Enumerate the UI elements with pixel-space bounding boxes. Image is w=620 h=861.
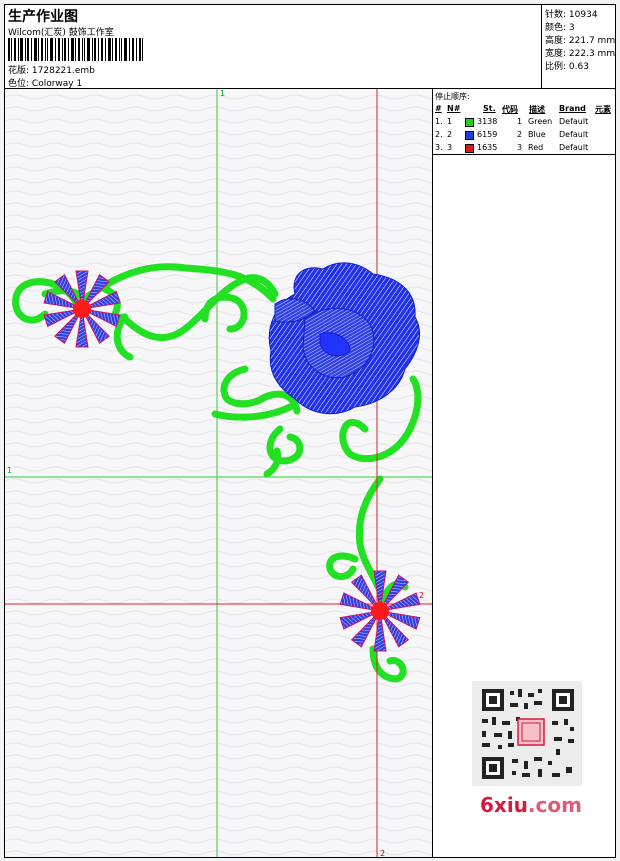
page-title: 生产作业图 bbox=[8, 9, 78, 25]
design-canvas[interactable]: 1 1 2 2 bbox=[5, 89, 433, 858]
watermark-text-domain: .com bbox=[527, 793, 582, 817]
row-desc: Red bbox=[528, 143, 544, 152]
guide-label-red-bottom: 2 bbox=[380, 849, 386, 858]
stat-scale: 比例: 0.63 bbox=[545, 59, 589, 72]
stop-row[interactable]: 1. 1 3138 1 Green Default bbox=[433, 117, 615, 130]
stop-sequence-title: 停止顺序: bbox=[435, 92, 470, 101]
stop-row[interactable]: 2. 2 6159 2 Blue Default bbox=[433, 130, 615, 143]
color-swatch bbox=[465, 144, 474, 153]
row-code: 3 bbox=[517, 143, 523, 152]
stat-scale-value: 0.63 bbox=[568, 62, 589, 72]
row-number: 1 bbox=[447, 117, 453, 126]
color-swatch bbox=[465, 131, 474, 140]
stat-colors-label: 颜色: bbox=[545, 23, 567, 33]
col-code: 代码 bbox=[502, 105, 518, 114]
col-stitch: St. bbox=[483, 104, 496, 113]
row-desc: Green bbox=[528, 117, 553, 126]
embroidery-preview bbox=[5, 89, 432, 857]
design-stats: 针数: 10934 颜色: 3 高度: 221.7 mm 宽度: 222.3 m… bbox=[542, 5, 615, 89]
company-name: Wilcom(汇炭) 鼓饰工作室 bbox=[8, 28, 114, 38]
guide-label-green-left: 1 bbox=[7, 466, 13, 475]
row-code: 2 bbox=[517, 130, 523, 139]
col-desc: 描述 bbox=[529, 105, 545, 114]
stat-scale-label: 比例: bbox=[545, 62, 567, 72]
row-brand: Default bbox=[559, 143, 589, 152]
row-brand: Default bbox=[559, 130, 589, 139]
stat-height: 高度: 221.7 mm bbox=[545, 33, 615, 46]
stat-colors-value: 3 bbox=[568, 23, 575, 33]
stat-stitches: 针数: 10934 bbox=[545, 7, 598, 20]
row-number: 2 bbox=[447, 130, 453, 139]
stat-width-value: 222.3 mm bbox=[568, 49, 616, 59]
row-index: 3. bbox=[435, 143, 443, 152]
stat-stitches-value: 10934 bbox=[568, 10, 598, 20]
colorway: 色位: Colorway 1 bbox=[8, 76, 82, 89]
guide-label-green-top: 1 bbox=[220, 89, 226, 98]
production-worksheet: 生产作业图 Wilcom(汇炭) 鼓饰工作室 花版: 1728221.emb 色… bbox=[4, 4, 616, 858]
barcode-icon bbox=[8, 38, 143, 61]
col-hash: # bbox=[435, 104, 442, 113]
flower-center-red bbox=[73, 300, 91, 318]
col-element: 元素 bbox=[595, 105, 611, 114]
row-stitch: 6159 bbox=[477, 130, 498, 139]
row-code: 1 bbox=[517, 117, 523, 126]
watermark-text-main: 6xiu bbox=[480, 793, 528, 817]
row-stitch: 3138 bbox=[477, 117, 498, 126]
site-watermark: 6xiu.com bbox=[480, 793, 582, 817]
stat-width: 宽度: 222.3 mm bbox=[545, 46, 615, 59]
colorway-label: 色位: bbox=[8, 79, 30, 89]
color-swatch bbox=[465, 118, 474, 127]
row-stitch: 1635 bbox=[477, 143, 498, 152]
stat-colors: 颜色: 3 bbox=[545, 20, 575, 33]
stat-height-label: 高度: bbox=[545, 36, 567, 46]
row-desc: Blue bbox=[528, 130, 546, 139]
row-brand: Default bbox=[559, 117, 589, 126]
stat-width-label: 宽度: bbox=[545, 49, 567, 59]
row-index: 2. bbox=[435, 130, 443, 139]
design-file: 花版: 1728221.emb bbox=[8, 63, 95, 76]
row-index: 1. bbox=[435, 117, 443, 126]
stop-sequence-panel: 停止顺序: # N# St. 代码 描述 Brand 元素 1. 1 3138 … bbox=[433, 89, 615, 155]
col-number: N# bbox=[447, 104, 461, 113]
design-label: 花版: bbox=[8, 66, 30, 76]
worksheet-header: 生产作业图 Wilcom(汇炭) 鼓饰工作室 花版: 1728221.emb 色… bbox=[5, 5, 542, 89]
flower-center-red bbox=[371, 602, 389, 620]
col-brand: Brand bbox=[559, 104, 586, 113]
guide-label-red-right: 2 bbox=[419, 591, 425, 600]
qr-code-icon bbox=[472, 681, 582, 786]
stat-height-value: 221.7 mm bbox=[568, 36, 616, 46]
row-number: 3 bbox=[447, 143, 453, 152]
design-value: 1728221.emb bbox=[31, 66, 95, 76]
stat-stitches-label: 针数: bbox=[545, 10, 567, 20]
colorway-value: Colorway 1 bbox=[31, 79, 83, 89]
